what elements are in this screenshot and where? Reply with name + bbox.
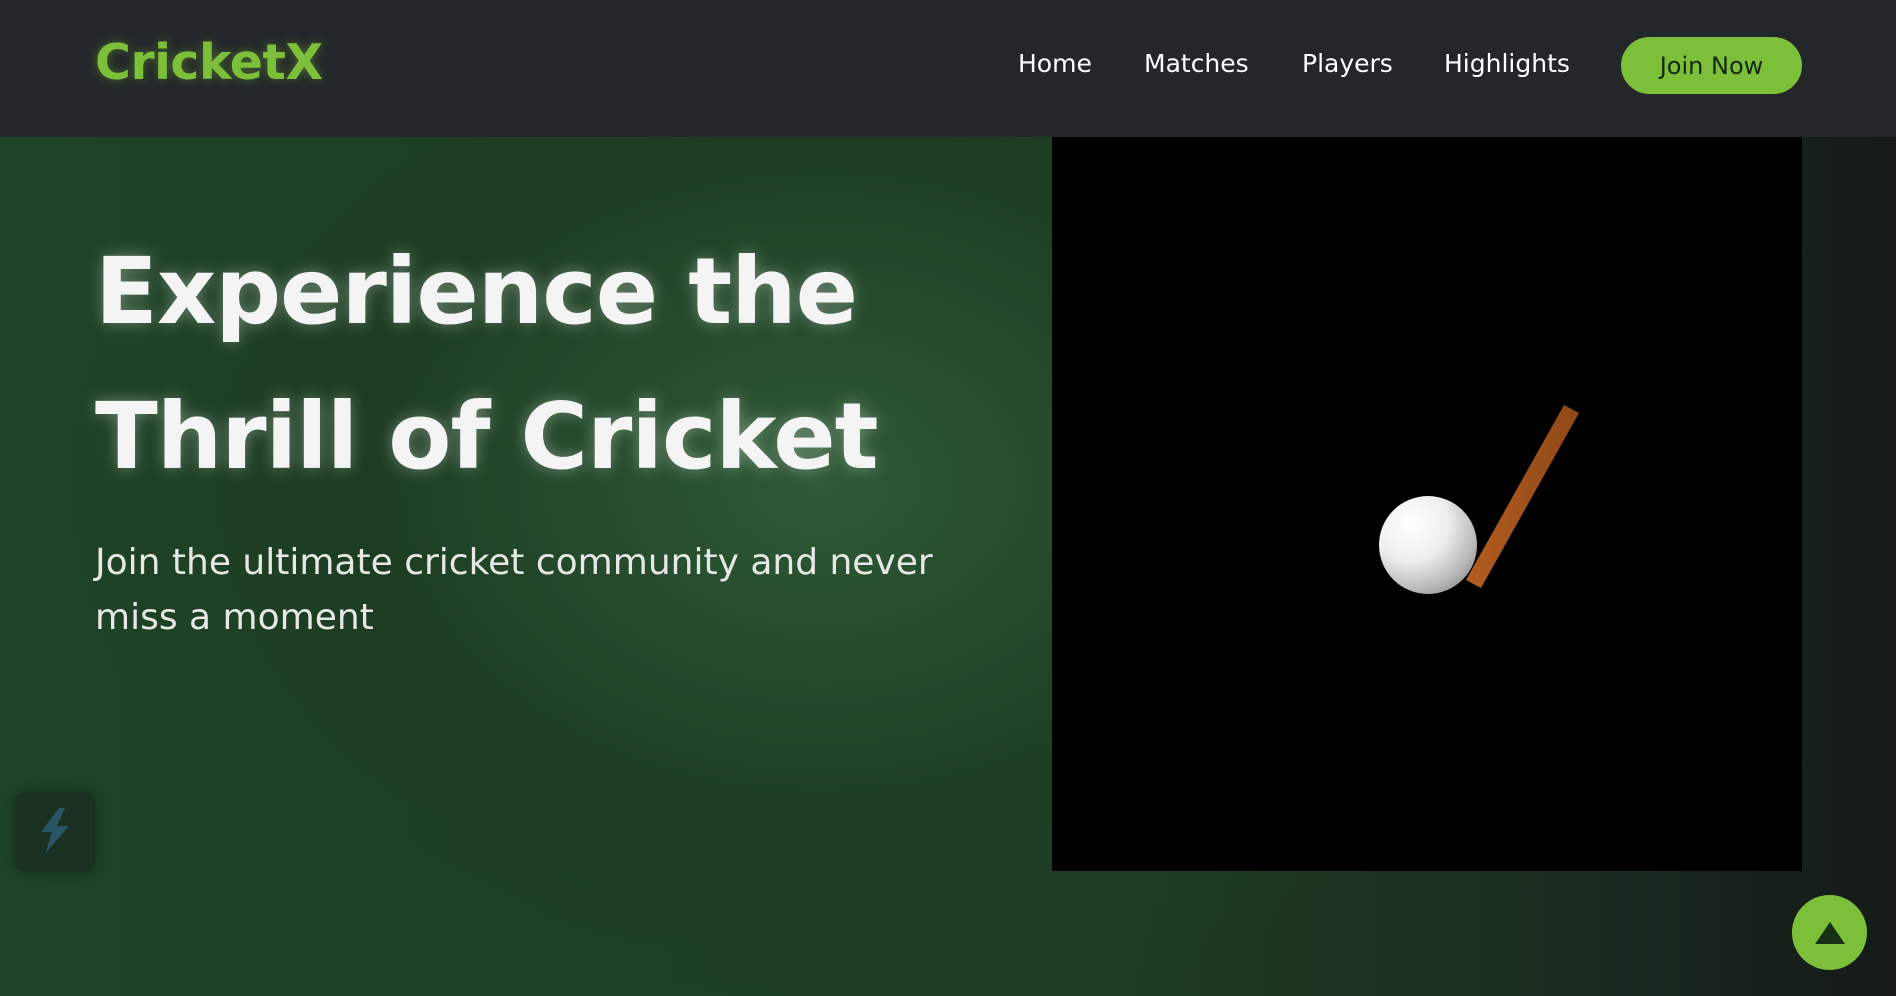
arrow-up-icon xyxy=(1814,921,1845,944)
hero-title: Experience the Thrill of Cricket xyxy=(95,219,975,509)
site-header: CricketX Home Matches Players Highlights… xyxy=(0,0,1896,137)
hero-subtitle: Join the ultimate cricket community and … xyxy=(95,535,975,645)
join-now-button[interactable]: Join Now xyxy=(1621,37,1802,94)
bolt-icon xyxy=(41,808,69,854)
nav-highlights-link[interactable]: Highlights xyxy=(1444,49,1570,78)
hero-title-line-2: Thrill of Cricket xyxy=(95,383,879,490)
scroll-to-top-button[interactable] xyxy=(1792,895,1867,970)
nav-home-link[interactable]: Home xyxy=(1018,49,1092,78)
nav-players-link[interactable]: Players xyxy=(1302,49,1393,78)
cricket-ball xyxy=(1379,496,1477,594)
site-logo[interactable]: CricketX xyxy=(95,34,323,91)
cricket-3d-canvas[interactable] xyxy=(1052,137,1802,871)
hero-subtitle-line-2: miss a moment xyxy=(95,597,374,638)
hero-title-line-1: Experience the xyxy=(95,238,858,345)
floating-widget-button[interactable] xyxy=(15,792,95,872)
hero-subtitle-line-1: Join the ultimate cricket community and … xyxy=(95,542,933,583)
cricket-bat xyxy=(1466,405,1579,588)
nav-matches-link[interactable]: Matches xyxy=(1144,49,1249,78)
cricket-scene xyxy=(1379,405,1579,594)
